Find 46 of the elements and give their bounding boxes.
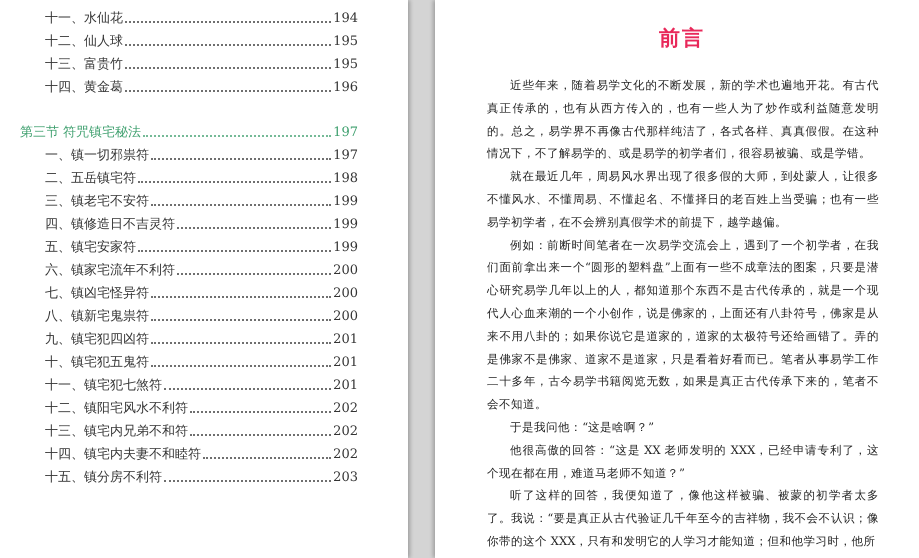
toc-page-number: 197 [333, 124, 358, 142]
toc-entry-title[interactable]: 九、镇宅犯四凶符 [45, 331, 149, 349]
preface-title: 前言 [658, 24, 706, 52]
toc-page-number: 202 [333, 446, 358, 464]
toc-page-number: 199 [333, 216, 358, 234]
toc-entry-title[interactable]: 七、镇凶宅怪异符 [45, 285, 149, 303]
toc-page-number: 200 [333, 262, 358, 280]
preface-paragraph: 近些年来，随着易学文化的不断发展，新的学术也遍地开花。有古代真正传承的，也有从西方传入的，也有一些人为了炒作或利益随意发明的。总之，易学界不再像古代那样纯洁了，各式各样、真真假假。在这种情况下，不了解易学的、或是易学的初学者们，很容易被骗、或是学错。 [487, 77, 879, 162]
toc-page-number: 194 [333, 10, 358, 28]
toc-entry-title[interactable]: 六、镇家宅流年不利符 [45, 262, 175, 280]
toc-page-number: 202 [333, 423, 358, 441]
toc-page-number: 195 [333, 33, 358, 51]
toc-entry-title[interactable]: 十二、仙人球 [45, 33, 123, 51]
toc-page-number: 200 [333, 285, 358, 303]
toc-entry-title[interactable]: 十二、镇阳宅风水不利符 [45, 400, 188, 418]
toc-entry-title[interactable]: 二、五岳镇宅符 [45, 170, 136, 188]
toc-page-number: 201 [333, 354, 358, 372]
toc-entry-title[interactable]: 五、镇宅安家符 [45, 239, 136, 257]
preface-paragraph: 于是我问他：“这是啥啊？” [509, 418, 656, 436]
toc-entry-title[interactable]: 三、镇老宅不安符 [45, 193, 149, 211]
preface-paragraph: 例如：前断时间笔者在一次易学交流会上，遇到了一个初学者，在我们面前拿出来一个“圆形的塑料盘”上面有一些不成章法的图案，只要是潜心研究易学几年以上的人，都知道那个东西不是古代传承的，就是一个现代人心血来潮的一个小创作，说是佛家的，上面还有八卦符号，佛家是从来不用八卦的；如果你说它是道家的，道家的太极符号还给画错了。弄的是佛家不是佛家、道家不是道家，只是看着好看而已。笔者从事易学工作二十多年，古今易学书籍阅览无数，如果是真正古代传承下来的，笔者不会不知道。 [487, 236, 879, 414]
preface-paragraph: 听了这样的回答，我便知道了，像他这样被骗、被蒙的初学者太多了。我说：“要是真正从古代验证几千年至今的吉祥物，我不会不认识；像你带的这个 XXX，只有和发明它的人学习才能知道；但和他学习时，他所 [487, 487, 879, 550]
toc-page-number: 201 [333, 331, 358, 349]
preface-paragraph: 就在最近几年，周易风水界出现了很多假的大师，到处蒙人，让很多不懂风水、不懂周易、不懂起名、不懂择日的老百姓上当受骗；也有一些易学初学者，在不会辨别真假学术的前提下，越学越偏。 [487, 168, 879, 231]
toc-entry-title[interactable]: 十四、镇宅内夫妻不和睦符 [45, 446, 201, 464]
toc-entry-title[interactable]: 一、镇一切邪祟符 [45, 147, 149, 165]
toc-entry-title[interactable]: 十四、黄金葛 [45, 79, 123, 97]
toc-entry-title[interactable]: 十一、水仙花 [45, 10, 123, 28]
toc-entry-title[interactable]: 十五、镇分房不利符 [45, 469, 162, 487]
toc-entry-title[interactable]: 十、镇宅犯五鬼符 [45, 354, 149, 372]
toc-entry-title[interactable]: 十一、镇宅犯七煞符 [45, 377, 162, 395]
toc-page-number: 199 [333, 193, 358, 211]
toc-page-number: 203 [333, 469, 358, 487]
toc-entry-title[interactable]: 十三、富贵竹 [45, 56, 123, 74]
toc-page-number: 201 [333, 377, 358, 395]
toc-page-number: 195 [333, 56, 358, 74]
toc-entry-title[interactable]: 八、镇新宅鬼祟符 [45, 308, 149, 326]
toc-page-number: 200 [333, 308, 358, 326]
toc-page-number: 197 [333, 147, 358, 165]
toc-page-number: 202 [333, 400, 358, 418]
toc-entry-title[interactable]: 十三、镇宅内兄弟不和符 [45, 423, 188, 441]
toc-page-number: 196 [333, 79, 358, 97]
toc-page-number: 198 [333, 170, 358, 188]
toc-entry-title[interactable]: 四、镇修造日不吉灵符 [45, 216, 175, 234]
toc-page-number: 199 [333, 239, 358, 257]
preface-paragraph: 他很高傲的回答：“这是 XX 老师发明的 XXX，已经申请专利了，这个现在都在用，难道马老师不知道？” [487, 442, 879, 482]
